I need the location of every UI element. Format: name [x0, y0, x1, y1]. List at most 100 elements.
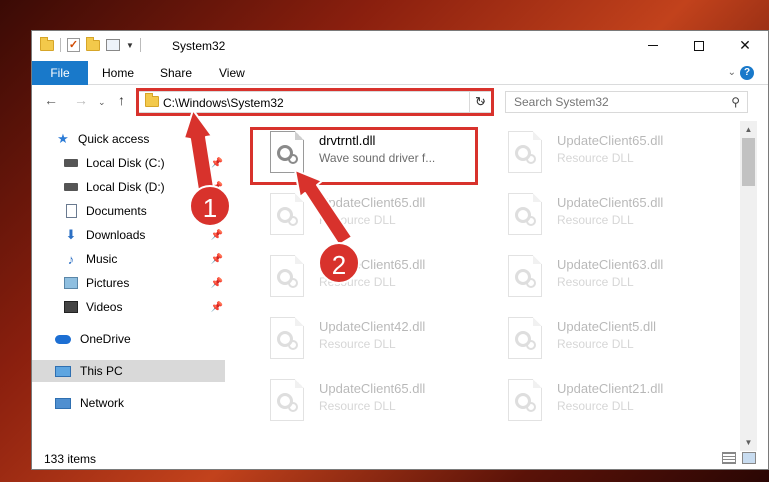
expand-ribbon-icon[interactable]: ⌄ — [728, 67, 736, 78]
close-icon: ✕ — [739, 37, 751, 53]
pin-icon[interactable]: 📌 — [211, 278, 223, 289]
file-name: UpdateClient42.dll — [319, 319, 426, 334]
file-type: Resource DLL — [557, 213, 634, 227]
cloud-icon — [54, 332, 72, 346]
properties-check-icon[interactable]: ✓ — [67, 38, 80, 52]
file-item[interactable]: UpdateClient63.dll Resource DLL — [490, 249, 720, 307]
file-name: UpdateClient21.dll — [557, 381, 664, 396]
dll-file-icon — [270, 255, 304, 297]
dll-file-icon — [508, 255, 542, 297]
status-bar: 133 items — [32, 449, 768, 471]
sidebar-item-pictures[interactable]: Pictures 📌 — [32, 272, 225, 294]
sidebar-item-label: OneDrive — [80, 332, 131, 346]
sidebar-item-label: Downloads — [86, 228, 146, 242]
dll-file-icon — [270, 193, 304, 235]
sidebar-item-network[interactable]: Network — [32, 392, 225, 414]
file-item[interactable]: UpdateClient65.dll Resource DLL — [252, 249, 482, 307]
tab-file[interactable]: File — [32, 61, 88, 85]
sidebar-item-music[interactable]: ♪ Music 📌 — [32, 248, 225, 270]
tiles-view-icon[interactable] — [742, 452, 756, 464]
recent-locations-icon[interactable]: ⌄ — [98, 97, 106, 108]
pin-icon[interactable]: 📌 — [211, 302, 223, 313]
help-icon[interactable]: ? — [740, 66, 754, 80]
forward-arrow-icon[interactable]: → — [74, 92, 88, 108]
navigation-pane: ★ Quick access Local Disk (C:) 📌 Local D… — [32, 121, 226, 451]
vertical-scrollbar[interactable]: ▲ ▼ — [740, 121, 757, 451]
file-item[interactable]: UpdateClient65.dll Resource DLL — [252, 187, 482, 245]
step-badge-1: 1 — [189, 185, 231, 227]
download-icon: ⬇ — [65, 227, 77, 242]
sidebar-item-downloads[interactable]: ⬇ Downloads 📌 — [32, 224, 225, 246]
file-name: UpdateClient65.dll — [557, 195, 664, 210]
file-type: Resource DLL — [319, 213, 396, 227]
minimize-button[interactable] — [630, 31, 676, 60]
details-view-icon[interactable] — [722, 452, 736, 464]
dll-file-icon — [270, 379, 304, 421]
new-folder-icon[interactable] — [86, 36, 100, 51]
pin-icon[interactable]: 📌 — [211, 158, 223, 169]
back-arrow-icon[interactable]: ← — [44, 92, 58, 108]
navigation-bar: ← → ⌄ ↑ C:\Windows\System32 ⌄ ↻ ⚲ — [32, 87, 768, 117]
file-name: UpdateClient63.dll — [557, 257, 664, 272]
file-item[interactable]: UpdateClient65.dll Resource DLL — [490, 125, 720, 183]
title-bar: ✓ ▼ System32 ✕ — [32, 31, 768, 61]
documents-icon — [64, 204, 78, 218]
customize-toolbar-icon[interactable] — [106, 39, 120, 51]
pictures-icon — [64, 276, 78, 290]
pin-icon[interactable]: 📌 — [211, 230, 223, 241]
dll-file-icon — [508, 379, 542, 421]
chevron-down-icon[interactable]: ▼ — [126, 41, 134, 50]
sidebar-item-label: Videos — [86, 300, 123, 314]
computer-icon — [54, 364, 72, 378]
sidebar-item-this-pc[interactable]: This PC — [32, 360, 225, 382]
maximize-button[interactable] — [676, 31, 722, 60]
tab-share[interactable]: Share — [160, 66, 192, 80]
quick-access-toolbar: ✓ ▼ — [40, 36, 141, 52]
drive-icon — [64, 180, 78, 194]
file-name: UpdateClient5.dll — [557, 319, 657, 334]
file-name: UpdateClient65.dll — [557, 133, 664, 148]
file-item[interactable]: UpdateClient65.dll Resource DLL — [490, 187, 720, 245]
toolbar-divider — [139, 38, 141, 52]
file-type: Resource DLL — [557, 337, 634, 351]
file-item[interactable]: UpdateClient5.dll Resource DLL — [490, 311, 720, 369]
sidebar-item-label: Local Disk (C:) — [86, 156, 165, 170]
sidebar-item-label: This PC — [80, 364, 123, 378]
file-item[interactable]: UpdateClient65.dll Resource DLL — [252, 373, 482, 431]
address-highlight-box — [136, 88, 494, 116]
view-toggle — [722, 452, 756, 464]
network-icon — [54, 396, 72, 410]
file-item[interactable]: UpdateClient42.dll Resource DLL — [252, 311, 482, 369]
folder-icon — [40, 36, 54, 51]
pin-icon[interactable]: 📌 — [211, 254, 223, 265]
file-explorer-window: ✓ ▼ System32 ✕ File Home Share View ⌄ ? … — [31, 30, 769, 470]
tab-view[interactable]: View — [219, 66, 245, 80]
sidebar-item-onedrive[interactable]: OneDrive — [32, 328, 225, 350]
sidebar-item-label: Local Disk (D:) — [86, 180, 165, 194]
sidebar-item-label: Pictures — [86, 276, 130, 290]
drive-icon — [64, 156, 78, 170]
file-list: drvtrntl.dll Wave sound driver f... Upda… — [232, 121, 740, 451]
close-button[interactable]: ✕ — [722, 31, 768, 60]
sidebar-item-quick-access[interactable]: ★ Quick access — [32, 128, 225, 150]
file-name: UpdateClient65.dll — [319, 195, 426, 210]
scroll-up-icon[interactable]: ▲ — [740, 121, 757, 138]
dll-file-icon — [508, 131, 542, 173]
sidebar-item-videos[interactable]: Videos 📌 — [32, 296, 225, 318]
file-highlight-box — [250, 127, 478, 185]
search-input[interactable] — [506, 92, 716, 112]
file-type: Resource DLL — [319, 399, 396, 413]
tab-home[interactable]: Home — [102, 66, 134, 80]
search-icon[interactable]: ⚲ — [731, 95, 740, 109]
maximize-icon — [694, 40, 704, 51]
search-box[interactable]: ⚲ — [505, 91, 748, 113]
music-icon: ♪ — [67, 251, 75, 267]
file-type: Resource DLL — [557, 275, 634, 289]
sidebar-item-label: Music — [86, 252, 118, 266]
scroll-thumb[interactable] — [742, 138, 755, 186]
up-arrow-icon[interactable]: ↑ — [118, 92, 125, 108]
file-name: UpdateClient65.dll — [319, 381, 426, 396]
sidebar-item-local-disk-c[interactable]: Local Disk (C:) 📌 — [32, 152, 225, 174]
ribbon-tabs: File Home Share View ⌄ ? — [32, 61, 768, 85]
file-item[interactable]: UpdateClient21.dll Resource DLL — [490, 373, 720, 431]
